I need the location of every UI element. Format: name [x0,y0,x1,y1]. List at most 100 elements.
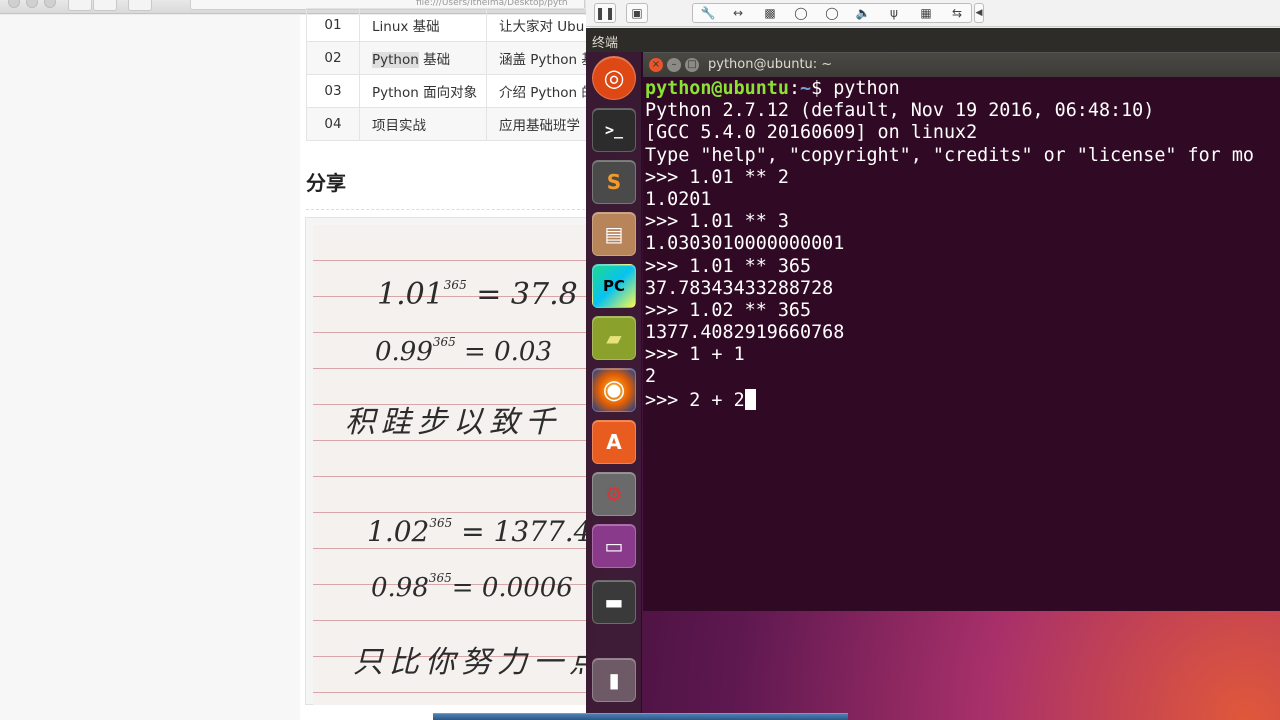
vm-toolbar: ❚❚ ▣ 🔧 ↔ ▩ ◯ ◯ 🔈 ψ ▦ ⇆ ◀ [586,0,1280,27]
course-description: 应用基础班学 [486,107,596,141]
note-base: 1.02 [367,515,430,548]
sidebar-toggle-button[interactable] [128,0,152,11]
vm-device-group: 🔧 ↔ ▩ ◯ ◯ 🔈 ψ ▦ ⇆ [692,3,972,23]
course-description: 涵盖 Python 基 [486,41,596,75]
pycharm-icon[interactable]: PC [592,264,636,308]
note-line: 1.02365 = 1377.4 [367,515,590,548]
firefox-icon[interactable]: ◉ [592,368,636,412]
course-description: 让大家对 Ubu [486,8,596,42]
output-line: Type "help", "copyright", "credits" or "… [645,144,1254,166]
active-app-title: 终端 [592,36,619,51]
table-row: 01 Linux 基础 让大家对 Ubu [306,8,596,42]
note-result: = 0.0006 [451,573,573,603]
resize-icon[interactable]: ↔ [723,4,753,22]
output-line: >>> 1 + 1 [645,344,745,366]
workspace-icon[interactable]: ▭ [592,524,636,568]
network-icon[interactable]: ⇆ [942,4,972,22]
usb-icon[interactable]: ψ [879,4,909,22]
book-icon[interactable]: ▰ [592,316,636,360]
capture-icon[interactable]: ▩ [755,4,785,22]
output-line: Python 2.7.12 (default, Nov 19 2016, 06:… [645,100,1155,122]
note-exponent: 365 [432,335,456,350]
terminal-titlebar[interactable]: × – □ python@ubuntu: ~ [643,53,1280,77]
floppy-icon[interactable]: ▬ [592,580,636,624]
note-line: 1.01365 = 37.8 [377,277,578,312]
note-line: 积跬步以致千 [345,405,561,440]
note-result: = 1377.4 [452,515,590,548]
ubuntu-dash-icon[interactable]: ◎ [592,56,636,100]
files-icon[interactable]: ▤ [592,212,636,256]
terminal-window[interactable]: × – □ python@ubuntu: ~ python@ubuntu:~$ … [643,52,1280,611]
share-heading: 分享 [306,171,346,195]
table-row: 02 Python 基础 涵盖 Python 基 [306,41,596,75]
save-icon[interactable]: ▦ [911,4,941,22]
output-line: >>> 1.01 ** 3 [645,211,789,233]
prompt-path: ~ [800,78,812,99]
row-number: 04 [306,107,360,141]
output-line: >>> 1.01 ** 365 [645,255,812,277]
prompt-line: python@ubuntu:~$ python [645,78,1280,100]
course-description: 介绍 Python 的 [486,74,596,108]
maximize-icon[interactable]: □ [685,58,699,72]
row-number: 03 [306,74,360,108]
prompt-user: python@ubuntu [645,78,789,99]
table-row: 04 项目实战 应用基础班学 [306,107,596,141]
note-exponent: 365 [429,515,453,530]
document-sidebar [0,15,300,720]
output-line: 37.78343433288728 [645,277,834,299]
prompt-command: $ python [811,78,900,99]
screen: file:///Users/itheima/Desktop/pyth 01 Li… [0,0,1280,720]
note-line: 只比你努力一点 [353,645,590,680]
terminal-title: python@ubuntu: ~ [708,57,833,72]
output-line: [GCC 5.4.0 20160609] on linux2 [645,122,978,144]
highlighted-text: Python [372,52,419,68]
note-base: 1.01 [377,277,444,312]
output-line: >>> 1.02 ** 365 [645,299,812,321]
output-line: 1.0303010000000001 [645,233,845,255]
course-name-rest: 基础 [418,52,451,68]
terminal-icon[interactable]: >_ [592,108,636,152]
note-base: 0.98 [371,573,429,603]
note-exponent: 365 [443,278,467,292]
pause-icon[interactable]: ❚❚ [594,3,616,23]
minimize-window-button[interactable] [26,0,38,8]
input-line[interactable]: >>> 2 + 2 [645,388,1280,411]
back-button[interactable] [68,0,92,11]
course-name: Python 基础 [359,41,487,75]
note-line: 0.99365 = 0.03 [375,335,552,367]
note-line: 0.98365= 0.0006 [371,571,573,603]
settings-icon[interactable]: ⚙ [592,472,636,516]
note-result: = 37.8 [466,277,578,312]
text-cursor [744,388,756,410]
terminal-output[interactable]: python@ubuntu:~$ python Python 2.7.12 (d… [645,78,1280,612]
close-window-button[interactable] [8,0,20,8]
disk-icon[interactable]: ◯ [786,4,816,22]
current-input: >>> 2 + 2 [645,389,745,411]
software-center-icon[interactable]: A [592,420,636,464]
ubuntu-top-panel: 终端 [586,28,1280,52]
host-taskbar [433,713,848,720]
wrench-icon[interactable]: 🔧 [693,4,723,22]
zoom-window-button[interactable] [44,0,56,8]
sublime-icon[interactable]: S [592,160,636,204]
output-line: 2 [645,366,657,388]
row-number: 01 [306,8,360,42]
course-name: 项目实战 [359,107,487,141]
minimize-icon[interactable]: – [667,58,681,72]
collapse-icon[interactable]: ◀ [974,3,984,23]
trash-icon[interactable]: ▮ [592,658,636,702]
disk2-icon[interactable]: ◯ [817,4,847,22]
note-base: 0.99 [375,337,433,367]
table-row: 03 Python 面向对象 介绍 Python 的 [306,74,596,108]
note-exponent: 365 [428,571,452,586]
snapshot-icon[interactable]: ▣ [626,3,648,23]
output-line: 1377.4082919660768 [645,322,845,344]
prompt-separator: : [788,78,801,99]
heading-divider [306,209,590,210]
row-number: 02 [306,41,360,75]
course-name: Linux 基础 [359,8,487,42]
forward-button[interactable] [93,0,117,11]
close-icon[interactable]: × [649,58,663,72]
audio-icon[interactable]: 🔈 [848,4,878,22]
output-line: 1.0201 [645,188,712,210]
